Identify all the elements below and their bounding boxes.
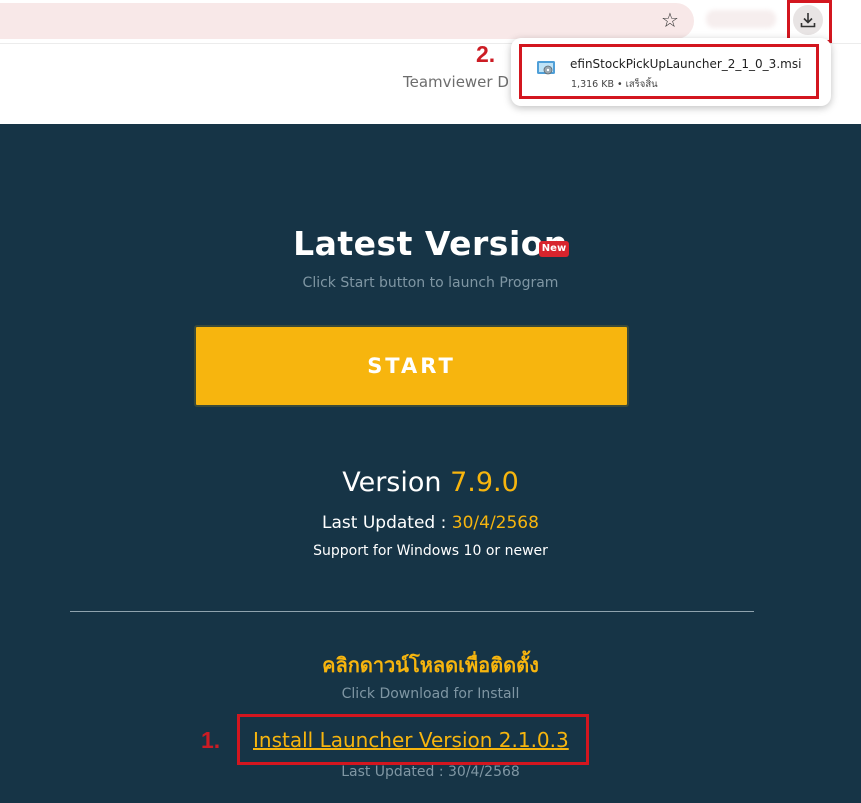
- install-last-updated: Last Updated : 30/4/2568: [341, 764, 520, 780]
- latest-version-heading: Latest Version: [0, 224, 861, 263]
- version-line: Version 7.9.0: [0, 467, 861, 498]
- last-updated-date: 30/4/2568: [451, 513, 539, 533]
- version-number: 7.9.0: [450, 467, 519, 498]
- teamviewer-nav-text[interactable]: Teamviewer D: [403, 73, 509, 91]
- download-item-highlight: [519, 44, 819, 99]
- bookmark-star-icon[interactable]: ☆: [656, 8, 684, 32]
- last-updated-label: Last Updated :: [322, 513, 452, 533]
- version-prefix: Version: [342, 467, 451, 498]
- new-badge: New: [539, 241, 569, 257]
- downloads-button-highlight: [787, 0, 832, 43]
- start-button[interactable]: START: [194, 325, 629, 407]
- last-updated-line: Last Updated : 30/4/2568: [0, 513, 861, 533]
- address-bar[interactable]: [0, 3, 694, 39]
- download-heading: คลิกดาวน์โหลดเพื่อติดตั้ง: [322, 653, 539, 677]
- blurred-extension-area: [706, 10, 776, 28]
- page-title: Latest Version: [293, 224, 568, 263]
- start-subtitle: Click Start button to launch Program: [302, 275, 559, 291]
- download-subtitle: Click Download for Install: [341, 686, 520, 702]
- launcher-section: Latest Version New Click Start button to…: [0, 124, 861, 803]
- step-2-label: 2.: [476, 41, 496, 67]
- support-text: Support for Windows 10 or newer: [313, 543, 548, 559]
- section-divider: [70, 611, 754, 612]
- step-1-label: 1.: [201, 727, 221, 753]
- install-link-highlight: [237, 714, 589, 765]
